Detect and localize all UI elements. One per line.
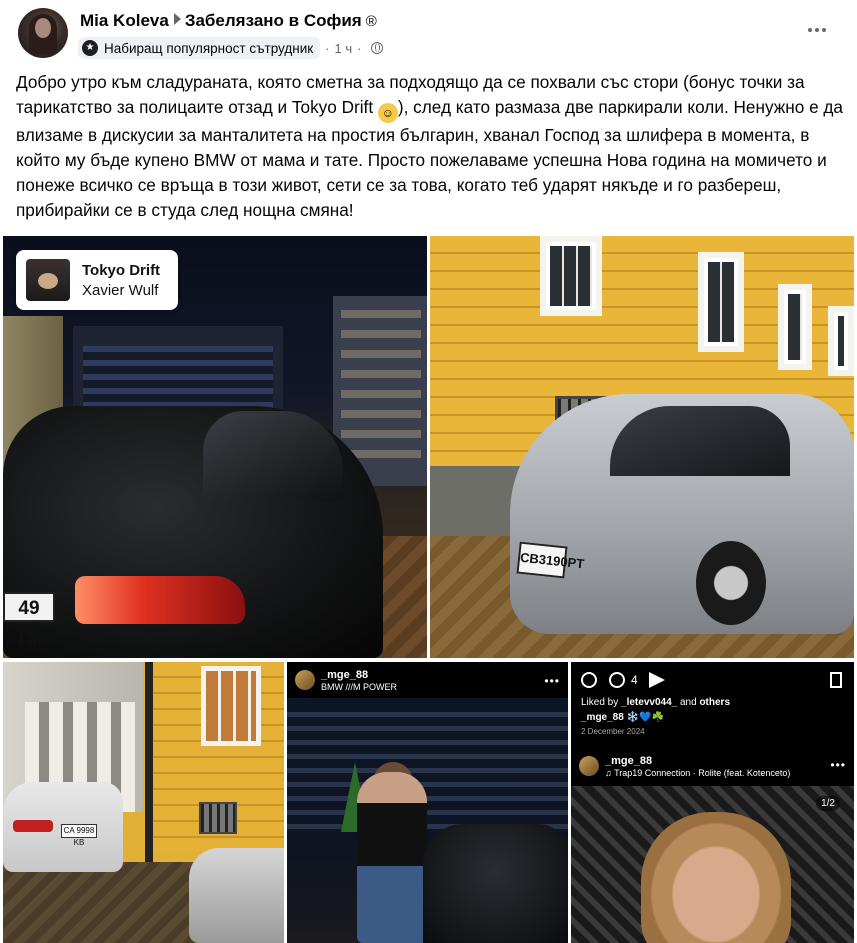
car-wheel: [696, 541, 766, 625]
music-sticker: Tokyo Drift Xavier Wulf: [16, 250, 178, 310]
group-privacy-icon: [371, 42, 384, 54]
building-window: [698, 252, 744, 352]
white-bmw-car: CA 9998 KB: [3, 782, 123, 872]
post-date: 2 December 2024: [581, 727, 645, 736]
building: [287, 712, 568, 832]
street-pole: [145, 662, 153, 862]
post-meta: ★ Набиращ популярност сътрудник · 1 ч ·: [78, 36, 384, 60]
album-art: [26, 259, 70, 301]
badge-label: Набиращ популярност сътрудник: [104, 40, 314, 56]
music-artist: Xavier Wulf: [82, 282, 159, 299]
black-car: [423, 824, 568, 943]
car-taillight: [13, 820, 53, 832]
star-icon: ★: [82, 40, 98, 56]
instagram-song: ♫ Trap19 Connection · Rolite (feat. Kote…: [605, 768, 791, 778]
music-title: Tokyo Drift: [82, 262, 161, 279]
instagram-avatar: [295, 670, 315, 690]
author-name[interactable]: Mia Koleva: [80, 11, 169, 30]
right-arrow-icon: [173, 13, 181, 25]
contributor-badge[interactable]: ★ Набиращ популярност сътрудник: [78, 37, 321, 59]
author-avatar[interactable]: [18, 8, 68, 58]
heart-icon: [581, 672, 597, 688]
person-face: [641, 812, 791, 943]
post-header: Mia Koleva Забелязано в София ® ★ Набиращ п…: [0, 0, 857, 66]
instagram-avatar: [579, 756, 599, 776]
car-window: [203, 411, 343, 501]
avatar-face: [35, 18, 51, 38]
photo-instagram-post[interactable]: _mge_88 BMW ///M POWER •••: [287, 662, 568, 943]
building-window: [540, 236, 602, 316]
instagram-username: _mge_88: [321, 669, 369, 681]
license-plate: CA 9998 KB: [61, 824, 97, 847]
photo-damaged-vw[interactable]: CB3190PT: [430, 236, 854, 658]
hugging-face-emoji-icon: ☺: [377, 103, 398, 123]
car-windshield: [610, 406, 790, 476]
post-time[interactable]: 1 ч: [334, 41, 352, 56]
group-registered-mark: ®: [365, 13, 377, 30]
separator-dot: ·: [357, 40, 362, 56]
building-window: [778, 284, 812, 370]
license-plate: 49 TM: [3, 592, 55, 649]
more-options-button[interactable]: [805, 18, 829, 42]
building-window: [201, 666, 261, 746]
instagram-username: _mge_88: [605, 755, 653, 767]
photo-bmw-night[interactable]: 49 TM Tokyo Drift Xavier Wulf: [3, 236, 427, 658]
photo-white-bmw[interactable]: CA 9998 KB: [3, 662, 284, 943]
basement-grate: [199, 802, 237, 834]
damaged-car: [189, 848, 284, 943]
separator-dot: ·: [325, 40, 330, 56]
comment-count: 4: [631, 673, 638, 687]
instagram-subtitle: BMW ///M POWER: [321, 682, 397, 692]
more-icon: •••: [544, 674, 560, 688]
car-taillight: [75, 576, 245, 624]
bookmark-icon: [830, 672, 842, 688]
person: [357, 772, 427, 943]
building-window: [828, 306, 854, 376]
author-line: Mia Koleva Забелязано в София ®: [80, 11, 377, 31]
instagram-header: _mge_88 BMW ///M POWER •••: [287, 662, 568, 698]
building-windows: [341, 310, 421, 470]
post-text: Добро утро към сладураната, която сметна…: [16, 70, 846, 223]
instagram-actions: 4: [579, 672, 846, 692]
more-icon: •••: [830, 758, 846, 772]
group-name[interactable]: Забелязано в София: [185, 11, 362, 30]
instagram-header: _mge_88 ♫ Trap19 Connection · Rolite (fe…: [571, 752, 854, 782]
page-indicator: 1/2: [816, 796, 840, 811]
photo-instagram-screenshot[interactable]: 4 Liked by _letevv044_ and others _mge_8…: [571, 662, 854, 943]
license-plate: CB3190PT: [516, 541, 585, 579]
share-icon: [649, 672, 665, 688]
caption: _mge_88 ❄️💙☘️: [581, 712, 664, 723]
liked-by: Liked by _letevv044_ and others: [581, 697, 731, 708]
comment-icon: [609, 672, 625, 688]
